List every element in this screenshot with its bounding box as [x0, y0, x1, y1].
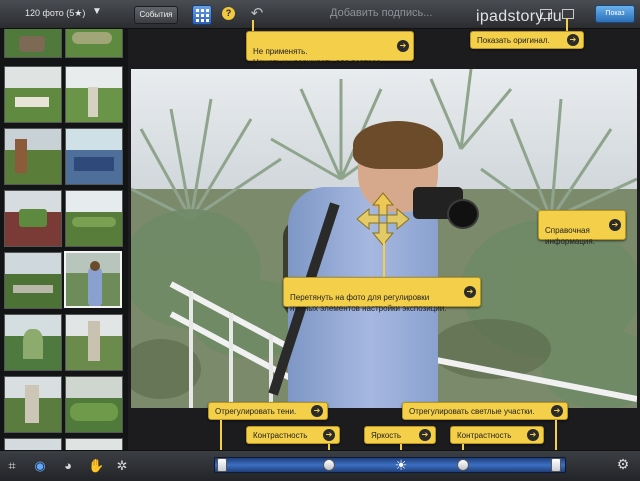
- crop-icon[interactable]: ⌗: [4, 458, 20, 474]
- site-watermark: ipadstory.ru: [476, 8, 563, 25]
- brushes-icon[interactable]: ✋: [88, 458, 104, 474]
- photo-thumbnail[interactable]: [4, 314, 62, 371]
- tip-connector: [383, 240, 385, 278]
- tip-show-original[interactable]: Показать оригинал. ➔: [470, 31, 584, 49]
- tip-contrast-left[interactable]: Контрастность ➔: [246, 426, 340, 444]
- tip-reference-text: Справочная информация.: [545, 226, 595, 246]
- contrast-right-handle[interactable]: [457, 459, 469, 471]
- arrow-right-icon[interactable]: ➔: [323, 429, 335, 441]
- tip-reference[interactable]: Справочная информация. ➔: [538, 210, 626, 246]
- photo-person-hair: [353, 121, 443, 169]
- tip-shadows[interactable]: Отрегулировать тени. ➔: [208, 402, 328, 420]
- highlights-handle[interactable]: [551, 458, 561, 472]
- photo-thumbnail[interactable]: [65, 438, 123, 450]
- tip-undo-text: Не применять. Нажать и удерживать для по…: [253, 47, 384, 67]
- arrow-right-icon[interactable]: ➔: [464, 286, 476, 298]
- move-arrows-icon[interactable]: [355, 191, 411, 247]
- exposure-icon[interactable]: ◉: [32, 458, 48, 474]
- photo-thumbnail[interactable]: [4, 190, 62, 247]
- gear-icon[interactable]: ⚙: [615, 456, 631, 472]
- events-button[interactable]: События: [134, 6, 178, 24]
- color-palette-icon[interactable]: ◕: [60, 458, 76, 474]
- photo-thumbnail[interactable]: [4, 128, 62, 185]
- tip-brightness-text: Яркость: [371, 431, 402, 440]
- effects-icon[interactable]: ✲: [114, 458, 130, 474]
- share-icon[interactable]: [562, 9, 574, 19]
- undo-icon[interactable]: ↶: [248, 5, 266, 23]
- brightness-icon[interactable]: ☀: [393, 457, 409, 473]
- photo-thumbnail[interactable]: [65, 128, 123, 185]
- photo-thumbnail[interactable]: [4, 438, 62, 450]
- tip-undo[interactable]: Не применять. Нажать и удерживать для по…: [246, 31, 414, 67]
- photo-thumbnail[interactable]: [4, 376, 62, 433]
- tip-contrast-left-text: Контрастность: [253, 431, 308, 440]
- arrow-right-icon[interactable]: ➔: [397, 40, 409, 52]
- tip-drag-text: Перетянуть на фото для регулировки нужны…: [290, 293, 447, 313]
- tip-shadows-text: Отрегулировать тени.: [215, 407, 297, 416]
- photo-thumbnail[interactable]: [4, 252, 62, 309]
- shadows-handle[interactable]: [217, 458, 227, 472]
- tip-original-text: Показать оригинал.: [477, 36, 550, 45]
- photo-thumbnail[interactable]: [65, 314, 123, 371]
- contrast-left-handle[interactable]: [323, 459, 335, 471]
- help-button[interactable]: ?: [222, 7, 235, 20]
- photo-thumbnail[interactable]: [65, 66, 123, 123]
- exposure-slider[interactable]: [214, 457, 566, 473]
- arrow-right-icon[interactable]: ➔: [419, 429, 431, 441]
- tip-highlights[interactable]: Отрегулировать светлые участки. ➔: [402, 402, 568, 420]
- photo-thumbnail[interactable]: [65, 376, 123, 433]
- tip-connector: [566, 18, 568, 32]
- chevron-down-icon[interactable]: ▼: [92, 6, 102, 17]
- show-button[interactable]: Показ: [595, 5, 635, 23]
- photo-count-label[interactable]: 120 фото (5★): [25, 8, 85, 19]
- arrow-right-icon[interactable]: ➔: [609, 219, 621, 231]
- photo-thumbnail-selected[interactable]: [64, 251, 122, 308]
- photo-camera-lens: [447, 199, 479, 229]
- tip-contrast-right[interactable]: Контрастность ➔: [450, 426, 544, 444]
- arrow-right-icon[interactable]: ➔: [311, 405, 323, 417]
- photo-thumbnail[interactable]: [4, 29, 62, 58]
- tip-brightness[interactable]: Яркость ➔: [364, 426, 436, 444]
- tip-contrast-right-text: Контрастность: [457, 431, 512, 440]
- top-toolbar: 120 фото (5★) ▼ События ? ↶ Добавить под…: [0, 0, 640, 29]
- arrow-right-icon[interactable]: ➔: [551, 405, 563, 417]
- thumbnail-sidebar[interactable]: [0, 29, 128, 450]
- grid-view-icon[interactable]: [192, 5, 212, 25]
- photo-thumbnail[interactable]: [65, 190, 123, 247]
- arrow-right-icon[interactable]: ➔: [527, 429, 539, 441]
- caption-input[interactable]: Добавить подпись...: [330, 7, 432, 19]
- arrow-right-icon[interactable]: ➔: [567, 34, 579, 46]
- photo-thumbnail[interactable]: [4, 66, 62, 123]
- photo-thumbnail[interactable]: [65, 29, 123, 58]
- tip-highlights-text: Отрегулировать светлые участки.: [409, 407, 535, 416]
- tip-drag[interactable]: Перетянуть на фото для регулировки нужны…: [283, 277, 481, 313]
